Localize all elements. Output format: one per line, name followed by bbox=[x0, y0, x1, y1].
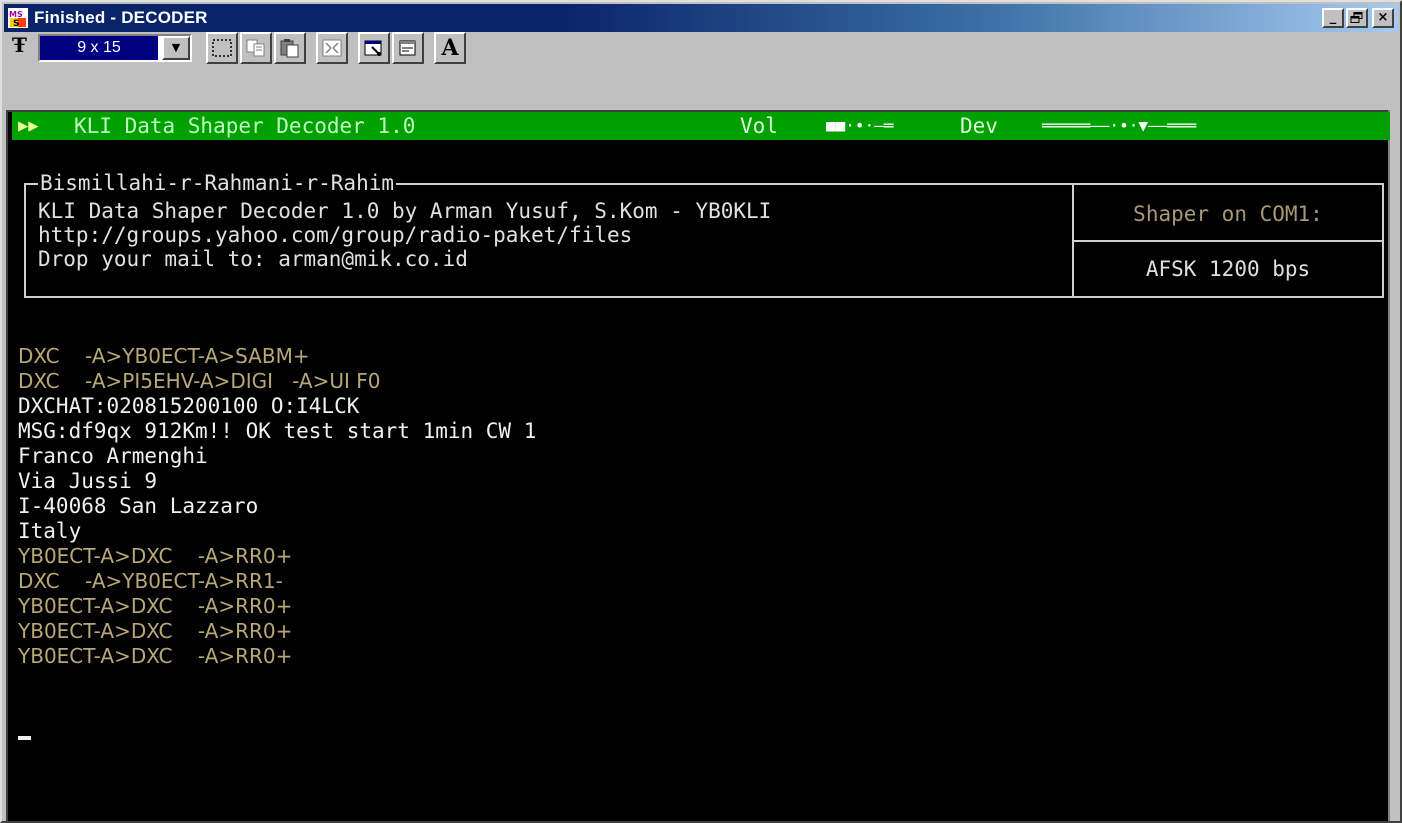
maximize-button[interactable] bbox=[1346, 8, 1368, 28]
packet-text-line: Italy bbox=[18, 519, 82, 543]
packet-frame-line: YB0ECT-A>DXC -A>RR0+ bbox=[18, 594, 293, 618]
info-box: Bismillahi-r-Rahmani-r-Rahim KLI Data Sh… bbox=[24, 170, 1384, 298]
window-title: Finished - DECODER bbox=[34, 8, 208, 27]
ms-dos-app-icon: MS S bbox=[8, 8, 28, 28]
packet-text-line: MSG:df9qx 912Km!! OK test start 1min CW … bbox=[18, 419, 537, 443]
title-bar[interactable]: MS S Finished - DECODER _ × bbox=[4, 4, 1398, 32]
status-bar: ▶▶ KLI Data Shaper Decoder 1.0 Vol ■■·•·… bbox=[12, 112, 1390, 140]
packet-frame-line: YB0ECT-A>DXC -A>RR0+ bbox=[18, 544, 293, 568]
packet-frame-line: YB0ECT-A>DXC -A>RR0+ bbox=[18, 619, 293, 643]
svg-text:S: S bbox=[13, 19, 19, 28]
minimize-button[interactable]: _ bbox=[1322, 8, 1344, 28]
packet-text-line: Via Jussi 9 bbox=[18, 469, 158, 493]
deviation-label: Dev bbox=[960, 114, 998, 138]
background-button[interactable] bbox=[392, 32, 424, 64]
volume-meter: ■■·•·—═ bbox=[826, 116, 894, 135]
chevron-down-icon[interactable]: ▼ bbox=[162, 36, 190, 60]
play-icon: ▶▶ bbox=[18, 116, 39, 136]
paste-icon bbox=[280, 39, 299, 58]
info-legend: Bismillahi-r-Rahmani-r-Rahim bbox=[38, 170, 397, 196]
text-cursor bbox=[18, 736, 31, 740]
packet-frame-line: DXC -A>YB0ECT-A>SABM+ bbox=[18, 344, 310, 368]
window-controls: _ × bbox=[1322, 8, 1394, 28]
close-button[interactable]: × bbox=[1372, 8, 1394, 28]
packet-frame-line: DXC -A>YB0ECT-A>RR1- bbox=[18, 569, 283, 593]
info-line-credits: KLI Data Shaper Decoder 1.0 by Arman Yus… bbox=[38, 199, 772, 223]
copy-icon bbox=[246, 39, 265, 57]
packet-text-line: Franco Armenghi bbox=[18, 444, 208, 468]
svg-text:MS: MS bbox=[9, 10, 23, 19]
packet-text-line: DXCHAT:020815200100 O:I4LCK bbox=[18, 394, 360, 418]
volume-label: Vol bbox=[740, 114, 778, 138]
window-icon bbox=[399, 40, 416, 56]
properties-icon bbox=[364, 40, 382, 56]
font-icon: Ŧ bbox=[12, 33, 27, 57]
mark-button[interactable] bbox=[206, 32, 238, 64]
packet-frame-line: YB0ECT-A>DXC -A>RR0+ bbox=[18, 644, 293, 668]
paste-button[interactable] bbox=[274, 32, 306, 64]
font-size-select[interactable]: 9 x 15 ▼ bbox=[38, 34, 192, 62]
fullscreen-icon bbox=[322, 39, 342, 57]
font-size-value: 9 x 15 bbox=[40, 36, 158, 60]
info-line-url: http://groups.yahoo.com/group/radio-pake… bbox=[38, 223, 633, 247]
info-divider-horizontal bbox=[1074, 240, 1382, 242]
fullscreen-button[interactable] bbox=[316, 32, 348, 64]
copy-button[interactable] bbox=[240, 32, 272, 64]
packet-frame-line: DXC -A>PI5EHV-A>DIGI -A>UI F0 bbox=[18, 369, 381, 393]
restore-icon bbox=[1350, 12, 1363, 23]
properties-button[interactable] bbox=[358, 32, 390, 64]
right-edge bbox=[1388, 110, 1400, 821]
font-button[interactable]: A bbox=[434, 32, 466, 64]
deviation-meter: ═════——·•·▼——═══ bbox=[1042, 116, 1197, 135]
info-line-mail: Drop your mail to: arman@mik.co.id bbox=[38, 247, 468, 271]
packet-text-line: I-40068 San Lazzaro bbox=[18, 494, 259, 518]
mode-label: AFSK 1200 bps bbox=[1145, 257, 1311, 281]
mark-select-icon bbox=[212, 39, 232, 57]
status-title: KLI Data Shaper Decoder 1.0 bbox=[74, 114, 416, 138]
port-label: Shaper on COM1: bbox=[1133, 202, 1323, 226]
decoder-log: DXC -A>YB0ECT-A>SABM+ DXC -A>PI5EHV-A>DIG… bbox=[18, 344, 1384, 669]
decoder-window: MS S Finished - DECODER _ × Ŧ 9 x 15 ▼ A… bbox=[0, 0, 1402, 823]
